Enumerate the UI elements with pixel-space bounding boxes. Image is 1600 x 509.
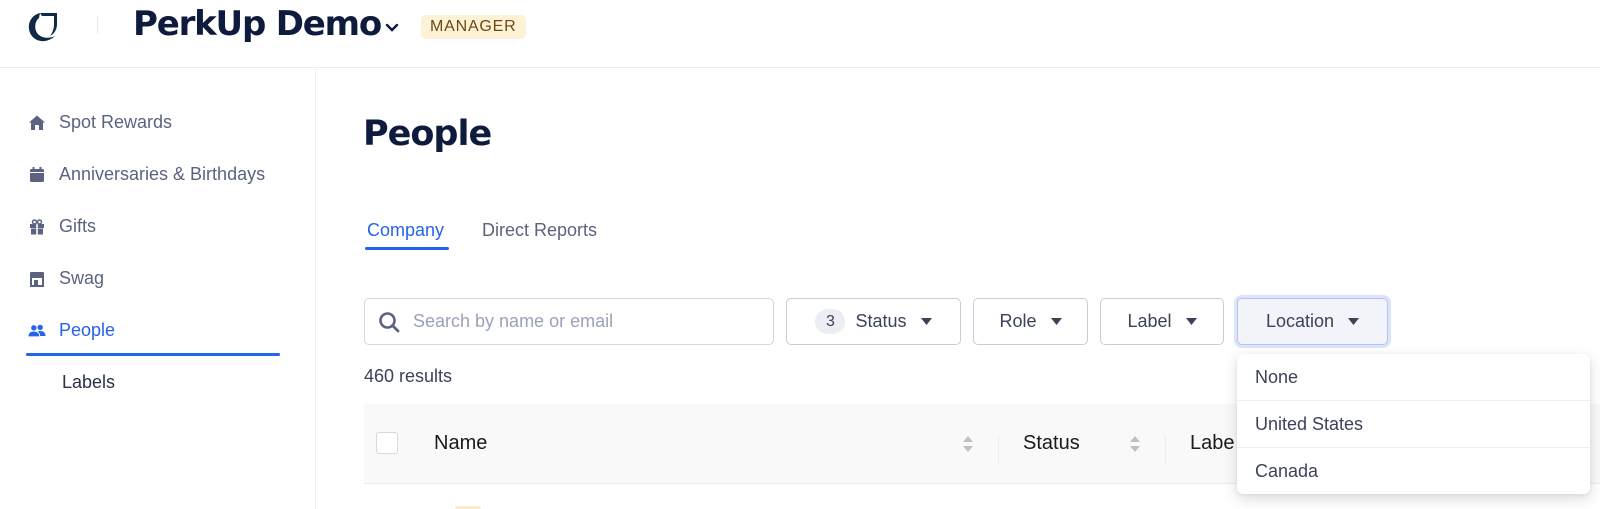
search-field[interactable] [364, 298, 774, 345]
label-filter-button[interactable]: Label [1100, 298, 1224, 345]
header-divider [97, 16, 98, 34]
location-option-united-states[interactable]: United States [1237, 400, 1590, 446]
location-filter-button[interactable]: Location [1237, 298, 1388, 345]
role-filter-button[interactable]: Role [973, 298, 1088, 345]
status-filter-count: 3 [815, 309, 846, 334]
active-nav-indicator [26, 353, 280, 356]
caret-down-icon [1050, 318, 1062, 325]
column-divider [1165, 436, 1166, 464]
search-input[interactable] [413, 311, 753, 332]
status-filter-label: Status [855, 311, 907, 331]
home-icon [28, 114, 46, 132]
sidebar-item-label: Gifts [59, 216, 97, 236]
perkup-logo-icon[interactable] [26, 10, 60, 44]
search-icon [379, 311, 400, 332]
org-switcher[interactable]: PerkUp Demo [133, 4, 399, 44]
active-tab-indicator [365, 247, 449, 250]
sidebar-subitem-labels[interactable]: Labels [62, 372, 115, 393]
location-option-none[interactable]: None [1237, 354, 1590, 400]
select-all-checkbox[interactable] [376, 432, 398, 454]
sidebar-item-label: People [59, 320, 116, 340]
sidebar-item-swag[interactable]: Swag [28, 268, 104, 289]
sidebar-item-label: Anniversaries & Birthdays [59, 164, 266, 184]
status-filter-button[interactable]: 3 Status [786, 298, 961, 345]
column-header-name[interactable]: Name [434, 432, 487, 455]
location-dropdown-menu: None United States Canada [1237, 354, 1590, 494]
role-filter-label: Role [999, 311, 1037, 331]
sidebar-item-anniversaries-birthdays[interactable]: Anniversaries & Birthdays [28, 164, 265, 185]
caret-down-icon [920, 318, 932, 325]
org-name: PerkUp Demo [133, 4, 382, 44]
sidebar-item-label: Spot Rewards [59, 112, 173, 132]
results-count: 460 results [364, 366, 453, 386]
label-filter-label: Label [1127, 311, 1172, 331]
role-badge: MANAGER [421, 15, 526, 39]
location-filter-label: Location [1265, 311, 1335, 331]
chevron-down-icon [385, 23, 399, 32]
tab-direct-reports[interactable]: Direct Reports [482, 220, 597, 241]
sidebar-item-label: Swag [59, 268, 105, 288]
store-icon [28, 270, 46, 288]
tab-company[interactable]: Company [367, 220, 444, 241]
people-icon [28, 322, 46, 340]
gift-icon [28, 218, 46, 236]
location-option-canada[interactable]: Canada [1237, 447, 1590, 493]
column-divider [998, 436, 999, 464]
sidebar-item-spot-rewards[interactable]: Spot Rewards [28, 112, 172, 133]
top-header: PerkUp Demo MANAGER [0, 0, 1600, 68]
page-title: People [363, 114, 492, 154]
caret-down-icon [1348, 318, 1360, 325]
calendar-icon [28, 166, 46, 184]
caret-down-icon [1185, 318, 1197, 325]
sort-icon[interactable] [962, 434, 974, 454]
sidebar: Spot Rewards Anniversaries & Birthdays G… [0, 69, 316, 509]
sidebar-item-people[interactable]: People [28, 320, 115, 341]
sort-icon[interactable] [1129, 434, 1141, 454]
column-header-labels[interactable]: Labe [1190, 432, 1235, 455]
sidebar-item-gifts[interactable]: Gifts [28, 216, 96, 237]
column-header-status[interactable]: Status [1023, 432, 1080, 455]
